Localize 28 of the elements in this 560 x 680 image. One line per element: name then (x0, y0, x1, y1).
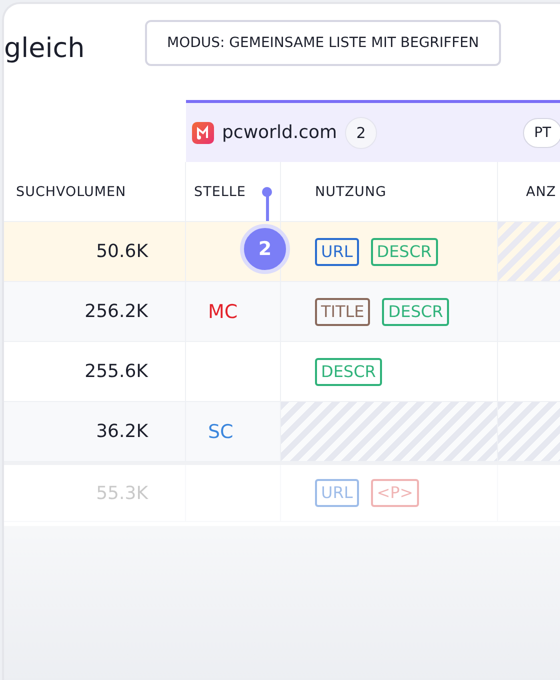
usage-tag: TITLE (315, 298, 370, 326)
search-volume: 255.6K (84, 361, 148, 382)
column-header[interactable]: NUTZUNG (315, 184, 386, 200)
search-volume: 36.2K (96, 421, 148, 442)
table-row[interactable]: 256.2K MC TITLE DESCR (4, 282, 560, 342)
domain-name[interactable]: pcworld.com (222, 122, 338, 143)
usage-tag: DESCR (370, 238, 438, 266)
position-label: MC (208, 300, 238, 322)
page-title: gleich (4, 32, 86, 64)
column-header[interactable]: SUCHVOLUMEN (16, 184, 126, 200)
music-note-icon (192, 122, 214, 144)
usage-tag: URL (315, 479, 359, 507)
column-header[interactable]: ANZ (526, 184, 556, 200)
table-row[interactable]: 50.6K 2 URL DESCR (4, 222, 560, 282)
table-row[interactable]: 255.6K DESCR (4, 342, 560, 402)
table-row[interactable]: 36.2K SC (4, 402, 560, 462)
column-header[interactable]: STELLE (194, 184, 246, 200)
mode-button[interactable]: MODUS: GEMEINSAME LISTE MIT BEGRIFFEN (145, 20, 501, 66)
pin-line (262, 187, 272, 221)
position-label: SC (208, 420, 234, 442)
usage-tag: <P> (370, 479, 420, 507)
usage-tag: DESCR (382, 298, 450, 326)
search-volume: 256.2K (84, 301, 148, 322)
search-volume: 50.6K (96, 241, 148, 262)
usage-tag: DESCR (315, 358, 382, 386)
filter-pill[interactable]: PT (523, 118, 560, 148)
count-badge: 2 (345, 116, 378, 148)
usage-tag: URL (315, 238, 359, 266)
